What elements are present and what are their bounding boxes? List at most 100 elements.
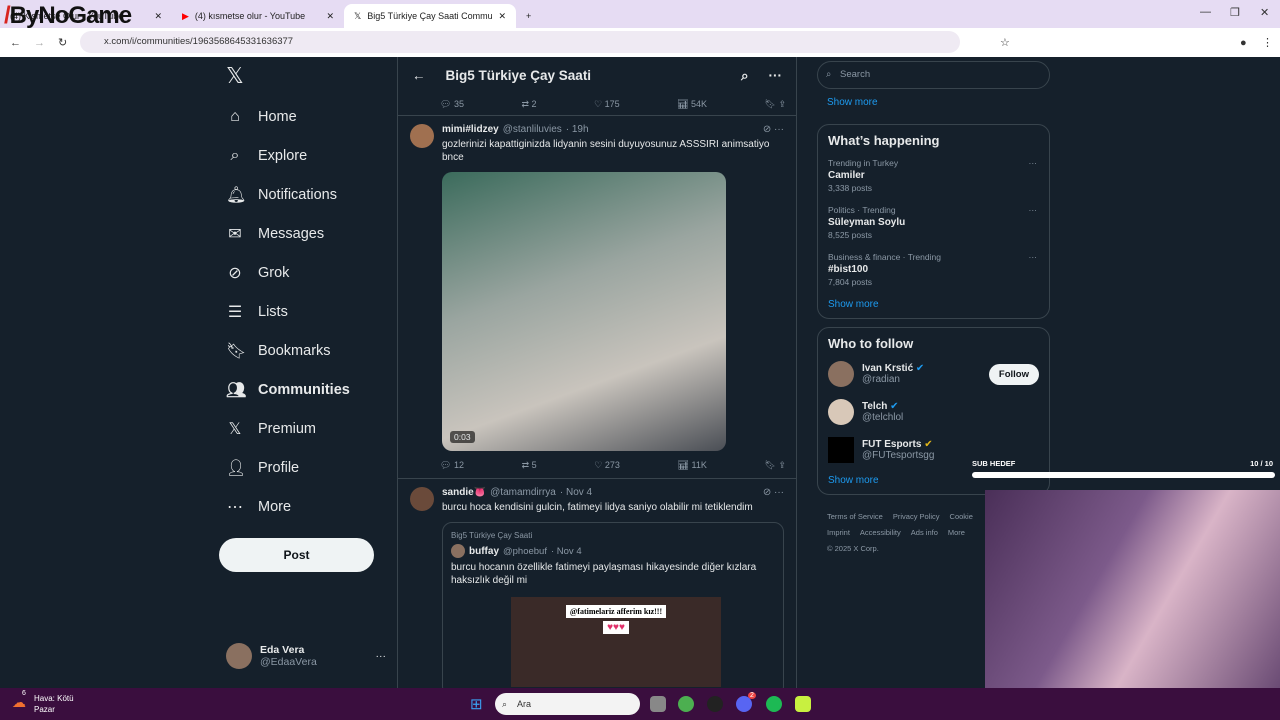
more-icon[interactable]: ··· xyxy=(376,650,387,662)
menu-icon[interactable]: ⋮ xyxy=(1262,36,1273,49)
views-button[interactable]: 📊︎ 11K xyxy=(678,460,707,471)
taskbar-search[interactable]: ⌕ Ara xyxy=(495,693,640,715)
nav-item-notifications[interactable]: 🔔︎ Notifications xyxy=(220,175,390,214)
spotify-icon[interactable] xyxy=(766,696,782,712)
chrome-icon[interactable] xyxy=(678,696,694,712)
tweet-author[interactable]: sandie👅 xyxy=(442,487,486,498)
repost-button[interactable]: ⇄ 2 xyxy=(521,99,536,110)
avatar xyxy=(828,437,854,463)
search-input[interactable]: ⌕ Search xyxy=(817,61,1050,89)
nav-item-more[interactable]: ⋯ More xyxy=(220,487,390,526)
follow-suggestion[interactable]: Telch ✔ @telchlol xyxy=(828,399,1039,425)
avatar xyxy=(828,399,854,425)
nav-item-communities[interactable]: 👥︎ Communities xyxy=(220,370,390,409)
quote-author: buffay xyxy=(469,545,499,557)
quoted-tweet[interactable]: Big5 Türkiye Çay Saati buffay @phoebuf · N… xyxy=(442,522,784,688)
reply-button[interactable]: 💬︎ 12 xyxy=(440,460,464,471)
show-more-link[interactable]: Show more xyxy=(817,89,1050,116)
user-name: Eda Vera xyxy=(260,644,305,656)
repost-button[interactable]: ⇄ 5 xyxy=(522,460,537,471)
like-button[interactable]: ♡ 273 xyxy=(594,460,620,471)
follow-button[interactable]: Follow xyxy=(988,363,1039,385)
bookmark-star-icon[interactable]: ☆ xyxy=(1000,36,1010,49)
tweet-time[interactable]: · 19h xyxy=(566,124,589,135)
forward-icon[interactable]: → xyxy=(34,37,45,49)
footer-link[interactable]: Cookie xyxy=(950,512,973,521)
community-header: ← Big5 Türkiye Çay Saati ⌕ ··· xyxy=(398,57,796,94)
close-window-icon[interactable]: ✕ xyxy=(1260,6,1269,19)
more-icon[interactable]: ··· xyxy=(1029,252,1038,262)
follow-suggestion[interactable]: Ivan Krstić ✔ @radian Follow xyxy=(828,361,1039,387)
taskbar-search-placeholder: Ara xyxy=(517,699,532,709)
footer-link[interactable]: Imprint xyxy=(827,528,850,537)
close-icon[interactable]: ✕ xyxy=(498,11,506,22)
account-switcher[interactable]: Eda Vera @EdaaVera ··· xyxy=(226,643,386,669)
footer-link[interactable]: Accessibility xyxy=(860,528,901,537)
avatar xyxy=(226,643,252,669)
tweet-video[interactable]: 0:03 xyxy=(442,172,726,451)
url-input[interactable]: x.com/i/communities/1963568645331636377 xyxy=(80,31,960,53)
suggestion-handle: @radian xyxy=(862,374,900,385)
trend-item[interactable]: Business & finance · Trending #bist100 7,8… xyxy=(828,252,1039,287)
close-icon[interactable]: ✕ xyxy=(154,11,162,22)
reply-count: 12 xyxy=(453,460,464,470)
footer-link[interactable]: Ads info xyxy=(911,528,938,537)
tweet-handle[interactable]: @stanliluvies xyxy=(503,124,562,135)
browser-tab-active[interactable]: 𝕏 Big5 Türkiye Çay Saati Commun ✕ xyxy=(344,4,516,28)
nav-item-lists[interactable]: ☰ Lists xyxy=(220,292,390,331)
nav-item-messages[interactable]: ✉ Messages xyxy=(220,214,390,253)
footer-link[interactable]: More xyxy=(948,528,965,537)
live-app-icon[interactable] xyxy=(795,696,811,712)
x-logo-icon[interactable]: 𝕏 xyxy=(220,57,390,97)
grok-icon[interactable]: ⊘ ··· xyxy=(763,124,784,135)
bookmark-icon[interactable]: 🔖︎ ⇪ xyxy=(765,99,786,110)
back-arrow-icon[interactable]: ← xyxy=(412,68,426,83)
like-button[interactable]: ♡ 175 xyxy=(594,99,620,110)
trend-item[interactable]: Politics · Trending Süleyman Soylu 8,525 p… xyxy=(828,205,1039,240)
tweet-handle[interactable]: @tamamdirrya xyxy=(490,487,556,498)
minimize-icon[interactable]: — xyxy=(1200,6,1211,18)
maximize-icon[interactable]: ❐ xyxy=(1230,6,1240,19)
quote-image[interactable]: @fatimelariz afferim kız!!! ♥♥♥ xyxy=(511,597,721,687)
tweet[interactable]: sandie👅 @tamamdirrya · Nov 4 ⊘ ··· burcu ho… xyxy=(398,479,796,688)
close-icon[interactable]: ✕ xyxy=(326,11,334,22)
windows-start-icon[interactable]: ⊞ xyxy=(470,695,483,713)
nav-label: Profile xyxy=(258,459,300,476)
tweet[interactable]: mimi#lidzey @stanliluvies · 19h ⊘ ··· gozle… xyxy=(398,116,796,453)
trend-item[interactable]: Trending in Turkey Camiler 3,338 posts ··· xyxy=(828,158,1039,193)
page-title: Big5 Türkiye Çay Saati xyxy=(445,68,592,83)
nav-item-explore[interactable]: ⌕ Explore xyxy=(220,136,390,175)
more-icon[interactable]: ··· xyxy=(1029,158,1038,168)
trend-posts: 7,804 posts xyxy=(828,277,872,287)
back-icon[interactable]: ← xyxy=(10,37,21,49)
search-icon[interactable]: ⌕ xyxy=(741,68,749,84)
bookmark-icon[interactable]: 🔖︎ ⇪ xyxy=(764,460,785,471)
task-view-icon[interactable] xyxy=(650,696,666,712)
nav-label: Messages xyxy=(258,225,325,242)
views-button[interactable]: 📊︎ 54K xyxy=(677,99,707,110)
obs-icon[interactable] xyxy=(707,696,723,712)
nav-label: Communities xyxy=(258,381,350,398)
tweet-time[interactable]: · Nov 4 xyxy=(560,487,592,498)
nav-label: Premium xyxy=(258,420,317,437)
more-icon[interactable]: ··· xyxy=(769,68,783,83)
whats-happening-card: What’s happening Trending in Turkey Camil… xyxy=(817,124,1050,319)
browser-tab[interactable]: ▶ (4) kısmetse olur - YouTube ✕ xyxy=(172,4,344,28)
footer-link[interactable]: Terms of Service xyxy=(827,512,883,521)
weather-text[interactable]: Hava: Kötü xyxy=(34,694,74,703)
more-icon[interactable]: ··· xyxy=(1029,205,1038,215)
profile-avatar-icon[interactable]: ● xyxy=(1240,37,1247,49)
reply-button[interactable]: 💬︎ 35 xyxy=(440,99,464,110)
nav-item-profile[interactable]: 👤︎ Profile xyxy=(220,448,390,487)
footer-link[interactable]: Privacy Policy xyxy=(893,512,940,521)
new-tab-button[interactable]: + xyxy=(516,4,546,28)
nav-item-grok[interactable]: ⊘ Grok xyxy=(220,253,390,292)
show-more-link[interactable]: Show more xyxy=(828,299,1039,310)
grok-icon[interactable]: ⊘ ··· xyxy=(763,487,784,498)
post-button[interactable]: Post xyxy=(219,538,374,572)
tweet-author[interactable]: mimi#lidzey xyxy=(442,124,499,135)
nav-item-premium[interactable]: 𝕏 Premium xyxy=(220,409,390,448)
nav-item-home[interactable]: ⌂ Home xyxy=(220,97,390,136)
reload-icon[interactable]: ↻ xyxy=(58,36,67,49)
nav-item-bookmarks[interactable]: 🔖︎ Bookmarks xyxy=(220,331,390,370)
